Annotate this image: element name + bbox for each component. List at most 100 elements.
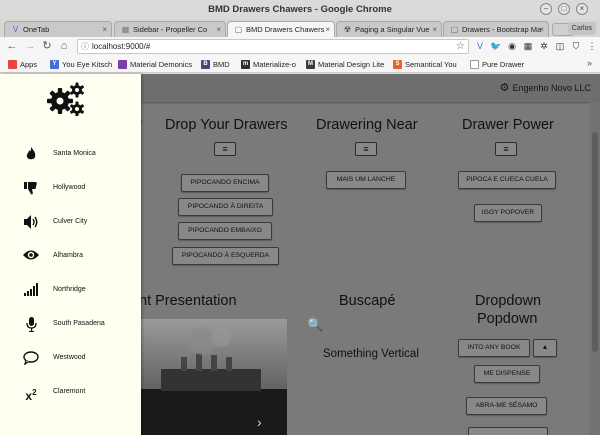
drawer-item-label: Westwood bbox=[53, 354, 86, 361]
onetab-extension-icon[interactable]: V bbox=[474, 40, 486, 52]
window-title: BMD Drawers Chawers - Google Chrome bbox=[208, 4, 392, 15]
search-icon[interactable]: 🔍 bbox=[307, 317, 323, 333]
tab-paging[interactable]: ☢ Paging a Singular Vue × bbox=[336, 21, 442, 37]
reload-icon[interactable]: ↻ bbox=[40, 39, 54, 53]
scrollbar-thumb[interactable] bbox=[592, 132, 598, 352]
address-bar[interactable]: ⓘ localhost:9000/# ☆ bbox=[77, 39, 469, 54]
tab-onetab[interactable]: V OneTab × bbox=[4, 21, 112, 37]
thumbs-down-icon bbox=[22, 181, 40, 197]
toolbar: ← → ↻ ⌂ ⓘ localhost:9000/# ☆ V 🐦 ◉ ▦ ✲ ◫… bbox=[0, 37, 600, 56]
eyes-extension-icon[interactable]: ◉ bbox=[506, 40, 518, 52]
page-scrollbar[interactable] bbox=[590, 102, 600, 435]
hamburger-icon: ≡ bbox=[222, 144, 228, 154]
bookmark-you-eye-kitsch[interactable]: Y You Eye Kitsch bbox=[50, 58, 112, 71]
tab-bmd-drawers[interactable]: ▢ BMD Drawers Chawers × bbox=[227, 21, 335, 37]
bookmark-bmd[interactable]: B BMD bbox=[201, 58, 230, 71]
drawer-item-label: Claremont bbox=[53, 388, 86, 395]
presentation-carousel[interactable] bbox=[141, 319, 287, 435]
drawer-item-label: Culver City bbox=[53, 218, 88, 225]
me-dispense-button[interactable]: ME DISPENSE bbox=[474, 365, 540, 383]
tab-label: Drawers - Bootstrap Ma bbox=[462, 25, 542, 34]
abra-me-sesamo-button[interactable]: ABRA-ME SÉSAMO bbox=[466, 397, 547, 415]
bookmark-semantical-you[interactable]: S Semantical You bbox=[393, 58, 457, 71]
caret-up-icon: ▲ bbox=[541, 344, 549, 351]
drawer-item-santa-monica[interactable]: Santa Monica bbox=[0, 142, 141, 170]
drawer-item-hollywood[interactable]: Hollywood bbox=[0, 176, 141, 204]
pipocando-a-esquerda-button[interactable]: PIPOCANDO À ESQUERDA bbox=[172, 247, 279, 265]
into-any-book-button[interactable]: INTO ANY BOOK bbox=[458, 339, 530, 357]
tab-label: OneTab bbox=[23, 25, 50, 34]
bookmark-material-design-lite[interactable]: M Material Design Lite bbox=[306, 58, 384, 71]
bookmark-pure-drawer[interactable]: Pure Drawer bbox=[470, 58, 524, 71]
carousel-next-chevron-icon[interactable]: › bbox=[257, 414, 262, 430]
tab-bootstrap[interactable]: ▢ Drawers - Bootstrap Ma × bbox=[443, 21, 549, 37]
pipocando-encima-button[interactable]: PIPOCANDO ENCIMA bbox=[181, 174, 269, 192]
drawer-item-south-pasadena[interactable]: South Pasadena bbox=[0, 312, 141, 340]
drop-your-drawers-menu-button[interactable]: ≡ bbox=[214, 142, 236, 156]
more-button[interactable] bbox=[468, 427, 548, 435]
radiation-icon: ☢ bbox=[343, 25, 352, 34]
close-tab-icon[interactable]: × bbox=[325, 22, 330, 37]
drawer-item-northridge[interactable]: Northridge bbox=[0, 278, 141, 306]
grid-extension-icon[interactable]: ▦ bbox=[522, 40, 534, 52]
bookmark-label: You Eye Kitsch bbox=[62, 60, 113, 69]
volume-icon bbox=[22, 215, 40, 231]
shield-extension-icon[interactable]: ⛉ bbox=[570, 40, 582, 52]
drawering-near-menu-button[interactable]: ≡ bbox=[355, 142, 377, 156]
tab-propeller[interactable]: ▦ Sidebar - Propeller Co × bbox=[114, 21, 226, 37]
home-icon[interactable]: ⌂ bbox=[57, 39, 71, 53]
maximize-button[interactable]: □ bbox=[558, 3, 570, 15]
twitter-extension-icon[interactable]: 🐦 bbox=[490, 40, 502, 52]
speech-bubble-icon bbox=[22, 351, 40, 367]
page-info-icon[interactable]: ⓘ bbox=[81, 40, 89, 53]
drawer-item-label: Santa Monica bbox=[53, 150, 96, 157]
settings-extension-icon[interactable]: ✲ bbox=[538, 40, 550, 52]
side-drawer: Santa Monica Hollywood Culver City Alham… bbox=[0, 74, 141, 435]
dropdown-caret-button[interactable]: ▲ bbox=[533, 339, 557, 357]
mdl-icon: M bbox=[306, 60, 315, 69]
drawer-item-label: Northridge bbox=[53, 286, 86, 293]
page-icon: ▢ bbox=[450, 25, 459, 34]
close-tab-icon[interactable]: × bbox=[102, 22, 107, 37]
bookmark-label: Pure Drawer bbox=[482, 60, 525, 69]
company-label[interactable]: ⚙ Engenho Novo LLC bbox=[500, 81, 591, 94]
drawer-item-label: Hollywood bbox=[53, 184, 86, 191]
drawer-power-menu-button[interactable]: ≡ bbox=[495, 142, 517, 156]
semantic-ui-icon: S bbox=[393, 60, 402, 69]
url-text: localhost:9000/# bbox=[92, 42, 151, 51]
minimize-button[interactable]: – bbox=[540, 3, 552, 15]
close-window-button[interactable]: × bbox=[576, 3, 588, 15]
presentation-title-fragment: nt Presentation bbox=[139, 293, 237, 309]
bookmark-materialize[interactable]: m Materialize-o bbox=[241, 58, 296, 71]
chrome-menu-icon[interactable]: ⋮ bbox=[586, 40, 598, 52]
close-tab-icon[interactable]: × bbox=[539, 22, 544, 37]
gears-logo-icon bbox=[47, 82, 84, 116]
close-tab-icon[interactable]: × bbox=[216, 22, 221, 37]
bookmark-apps[interactable]: Apps bbox=[8, 58, 37, 71]
drawer-item-claremont[interactable]: x2 Claremont bbox=[0, 380, 141, 408]
forward-arrow-icon[interactable]: → bbox=[23, 39, 37, 53]
buscape-title: Buscapé bbox=[339, 293, 396, 309]
more-bookmarks-icon[interactable]: » bbox=[587, 58, 592, 68]
drawer-item-label: South Pasadena bbox=[53, 320, 105, 327]
signal-bars-icon bbox=[22, 283, 40, 299]
pipoca-e-cueca-cuela-button[interactable]: PIPOCA E CUECA CUELA bbox=[458, 171, 556, 189]
drawer-item-alhambra[interactable]: Alhambra bbox=[0, 244, 141, 272]
iggy-popover-button[interactable]: IGGY POPOVER bbox=[474, 204, 542, 222]
superscript-icon: x2 bbox=[25, 388, 37, 403]
pipocando-embaixo-button[interactable]: PIPOCANDO EMBAIXO bbox=[178, 222, 272, 240]
drawer-item-westwood[interactable]: Westwood bbox=[0, 346, 141, 374]
back-arrow-icon[interactable]: ← bbox=[5, 39, 19, 53]
gears-icon: ⚙ bbox=[499, 82, 510, 94]
profile-chip[interactable]: Carlos bbox=[567, 22, 596, 35]
hamburger-icon: ≡ bbox=[363, 144, 369, 154]
pipocando-a-direita-button[interactable]: PIPOCANDO À DIREITA bbox=[178, 198, 273, 216]
bookmark-star-icon[interactable]: ☆ bbox=[456, 40, 465, 53]
close-tab-icon[interactable]: × bbox=[432, 22, 437, 37]
drawer-item-culver-city[interactable]: Culver City bbox=[0, 210, 141, 238]
window-extension-icon[interactable]: ◫ bbox=[554, 40, 566, 52]
material-demonics-icon bbox=[118, 60, 127, 69]
bookmark-material-demonics[interactable]: Material Demonics bbox=[118, 58, 192, 71]
bookmark-label: Materialize-o bbox=[253, 60, 296, 69]
mais-um-lanche-button[interactable]: MAIS UM LANCHE bbox=[326, 171, 406, 189]
